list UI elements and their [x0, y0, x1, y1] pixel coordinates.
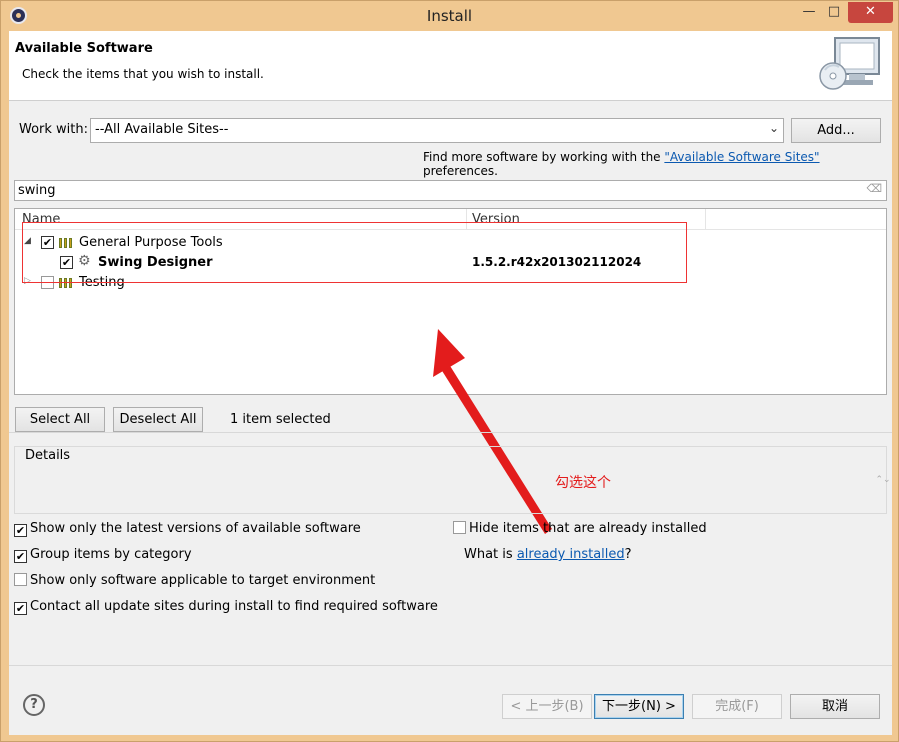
group-by-category-checkbox[interactable]: ✔	[14, 550, 27, 563]
banner-subtitle: Check the items that you wish to install…	[22, 67, 264, 81]
chevron-down-icon[interactable]: ⌄	[769, 121, 779, 135]
already-installed-link[interactable]: already installed	[517, 547, 625, 562]
software-tree[interactable]: Name Version ◢ ✔ General Purpose Tools ✔…	[14, 208, 887, 395]
feature-plug-icon: ⚙	[78, 253, 91, 269]
cancel-button[interactable]: 取消	[790, 694, 880, 719]
minimize-button[interactable]: —	[797, 2, 821, 23]
tree-header: Name Version	[15, 209, 886, 230]
column-divider[interactable]	[705, 209, 706, 230]
dialog-client: Available Software Check the items that …	[9, 31, 892, 735]
separator	[9, 432, 892, 433]
expand-toggle-icon[interactable]: ◢	[24, 236, 31, 246]
what-is-installed-text: What is already installed?	[464, 547, 632, 562]
work-with-label-text: Work with:	[19, 122, 89, 137]
version-column-header[interactable]: Version	[472, 212, 520, 227]
install-window: Install — □ ✕ Available Software Check t…	[0, 0, 899, 742]
details-scroll-icon[interactable]: ⌃⌄	[875, 475, 891, 507]
annotation-text: 勾选这个	[555, 475, 611, 491]
install-computer-icon	[819, 37, 880, 90]
next-button[interactable]: 下一步(N) >	[594, 694, 684, 719]
details-title: Details	[23, 448, 73, 463]
what-is-suffix: ?	[624, 547, 632, 562]
tree-row-general-purpose-tools[interactable]: ◢ ✔ General Purpose Tools	[15, 233, 886, 253]
work-with-label: Work with:	[19, 122, 88, 137]
work-with-value: --All Available Sites--	[95, 122, 229, 137]
option-label: Group items by category	[30, 547, 192, 562]
add-site-button[interactable]: Add...	[791, 118, 881, 143]
category-icon	[59, 238, 74, 248]
more-software-suffix: preferences.	[423, 164, 498, 178]
separator	[9, 665, 892, 666]
hide-installed-checkbox[interactable]	[453, 521, 466, 534]
what-is-prefix: What is	[464, 547, 517, 562]
details-group	[14, 446, 887, 514]
option-label: Hide items that are already installed	[469, 521, 707, 536]
deselect-all-button[interactable]: Deselect All	[113, 407, 203, 432]
filter-input[interactable]: swing ⌫	[14, 180, 887, 201]
option-latest-versions[interactable]: ✔ Show only the latest versions of availa…	[14, 521, 361, 537]
option-hide-installed[interactable]: Hide items that are already installed	[453, 521, 707, 536]
category-icon	[59, 278, 74, 288]
banner-title: Available Software	[15, 41, 153, 56]
option-label: Show only software applicable to target …	[30, 573, 376, 588]
target-environment-checkbox[interactable]	[14, 573, 27, 586]
selection-status: 1 item selected	[230, 412, 331, 427]
title-bar: Install — □ ✕	[1, 1, 898, 31]
clear-filter-icon[interactable]: ⌫	[866, 182, 882, 195]
option-label: Contact all update sites during install …	[30, 599, 438, 614]
help-icon[interactable]: ?	[23, 694, 45, 716]
back-button[interactable]: < 上一步(B)	[502, 694, 592, 719]
option-target-environment[interactable]: Show only software applicable to target …	[14, 573, 375, 588]
finish-button[interactable]: 完成(F)	[692, 694, 782, 719]
close-button[interactable]: ✕	[848, 2, 893, 23]
tree-row-label: Swing Designer	[98, 255, 213, 270]
tree-row-testing[interactable]: ▷ Testing	[15, 273, 886, 293]
filter-value: swing	[18, 183, 56, 198]
work-with-combo[interactable]: --All Available Sites-- ⌄	[90, 118, 784, 143]
tree-row-label: General Purpose Tools	[79, 235, 223, 250]
tree-row-version: 1.5.2.r42x201302112024	[472, 255, 642, 269]
contact-update-sites-checkbox[interactable]: ✔	[14, 602, 27, 615]
general-purpose-tools-checkbox[interactable]: ✔	[41, 236, 54, 249]
name-column-header[interactable]: Name	[22, 212, 60, 227]
option-label: Show only the latest versions of availab…	[30, 521, 361, 536]
window-title: Install	[426, 7, 473, 25]
collapse-toggle-icon[interactable]: ▷	[24, 276, 31, 286]
latest-versions-checkbox[interactable]: ✔	[14, 524, 27, 537]
maximize-button[interactable]: □	[822, 2, 846, 23]
option-group-by-category[interactable]: ✔ Group items by category	[14, 547, 192, 563]
select-all-button[interactable]: Select All	[15, 407, 105, 432]
option-contact-update-sites[interactable]: ✔ Contact all update sites during install…	[14, 599, 438, 615]
swing-designer-checkbox[interactable]: ✔	[60, 256, 73, 269]
tree-row-swing-designer[interactable]: ✔ ⚙ Swing Designer 1.5.2.r42x20130211202…	[15, 253, 886, 273]
available-software-sites-link[interactable]: "Available Software Sites"	[664, 150, 819, 164]
testing-checkbox[interactable]	[41, 276, 54, 289]
more-software-prefix: Find more software by working with the	[423, 150, 665, 164]
more-software-text: Find more software by working with the "…	[423, 150, 892, 178]
column-divider[interactable]	[466, 209, 467, 230]
banner: Available Software Check the items that …	[9, 31, 892, 101]
tree-row-label: Testing	[79, 275, 125, 290]
